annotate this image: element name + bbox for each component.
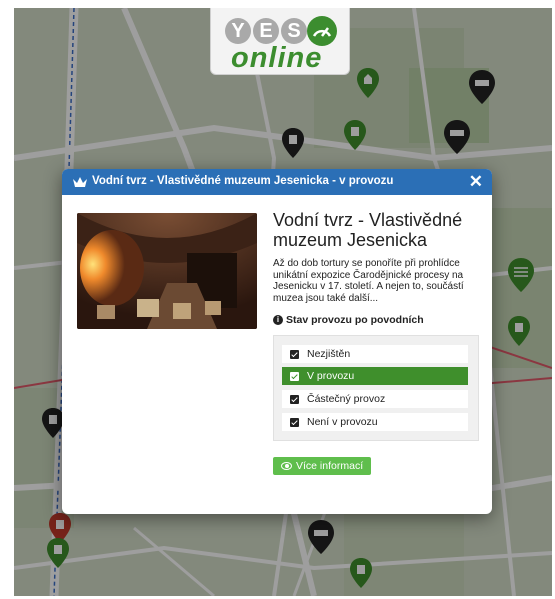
logo-letter: S	[281, 18, 307, 44]
status-options: Nezjištěn V provozu Částečný provoz Není…	[273, 335, 479, 441]
status-option-label: Nezjištěn	[307, 348, 351, 360]
checkbox-icon	[290, 349, 299, 359]
checkbox-icon	[290, 394, 299, 404]
crown-icon	[72, 175, 88, 189]
poi-modal: Vodní tvrz - Vlastivědné muzeum Jesenick…	[62, 169, 492, 514]
modal-header: Vodní tvrz - Vlastivědné muzeum Jesenick…	[62, 169, 492, 195]
status-option-v-provozu[interactable]: V provozu	[282, 367, 468, 385]
more-info-button[interactable]: Více informací	[273, 457, 372, 475]
status-heading: i Stav provozu po povodních	[273, 314, 424, 326]
checkbox-icon	[290, 417, 299, 427]
eye-icon	[281, 462, 292, 470]
close-icon[interactable]: ✕	[469, 172, 483, 192]
yes-online-logo: Y E S online	[210, 8, 350, 75]
status-option-castecny-provoz[interactable]: Částečný provoz	[282, 390, 468, 408]
status-option-nezjisten[interactable]: Nezjištěn	[282, 345, 468, 363]
modal-header-title: Vodní tvrz - Vlastivědné muzeum Jesenick…	[92, 175, 394, 187]
poi-title: Vodní tvrz - Vlastivědné muzeum Jesenick…	[273, 210, 463, 250]
more-info-label: Více informací	[296, 460, 364, 472]
logo-yes: Y E S	[225, 18, 307, 44]
logo-letter: E	[253, 18, 279, 44]
checkbox-icon	[290, 371, 299, 381]
status-heading-label: Stav provozu po povodních	[286, 314, 424, 326]
status-option-label: Částečný provoz	[307, 393, 386, 405]
status-option-label: V provozu	[307, 370, 355, 382]
poi-description: Až do dob tortury se ponoříte při prohlí…	[273, 258, 464, 304]
poi-photo	[77, 213, 257, 329]
page: Y E S online Vodní tvrz - Vlastivědné mu…	[0, 0, 555, 599]
status-option-neni-v-provozu[interactable]: Není v provozu	[282, 413, 468, 431]
status-option-label: Není v provozu	[307, 416, 378, 428]
info-icon: i	[273, 315, 283, 325]
logo-letter: Y	[225, 18, 251, 44]
logo-online: online	[231, 42, 323, 74]
